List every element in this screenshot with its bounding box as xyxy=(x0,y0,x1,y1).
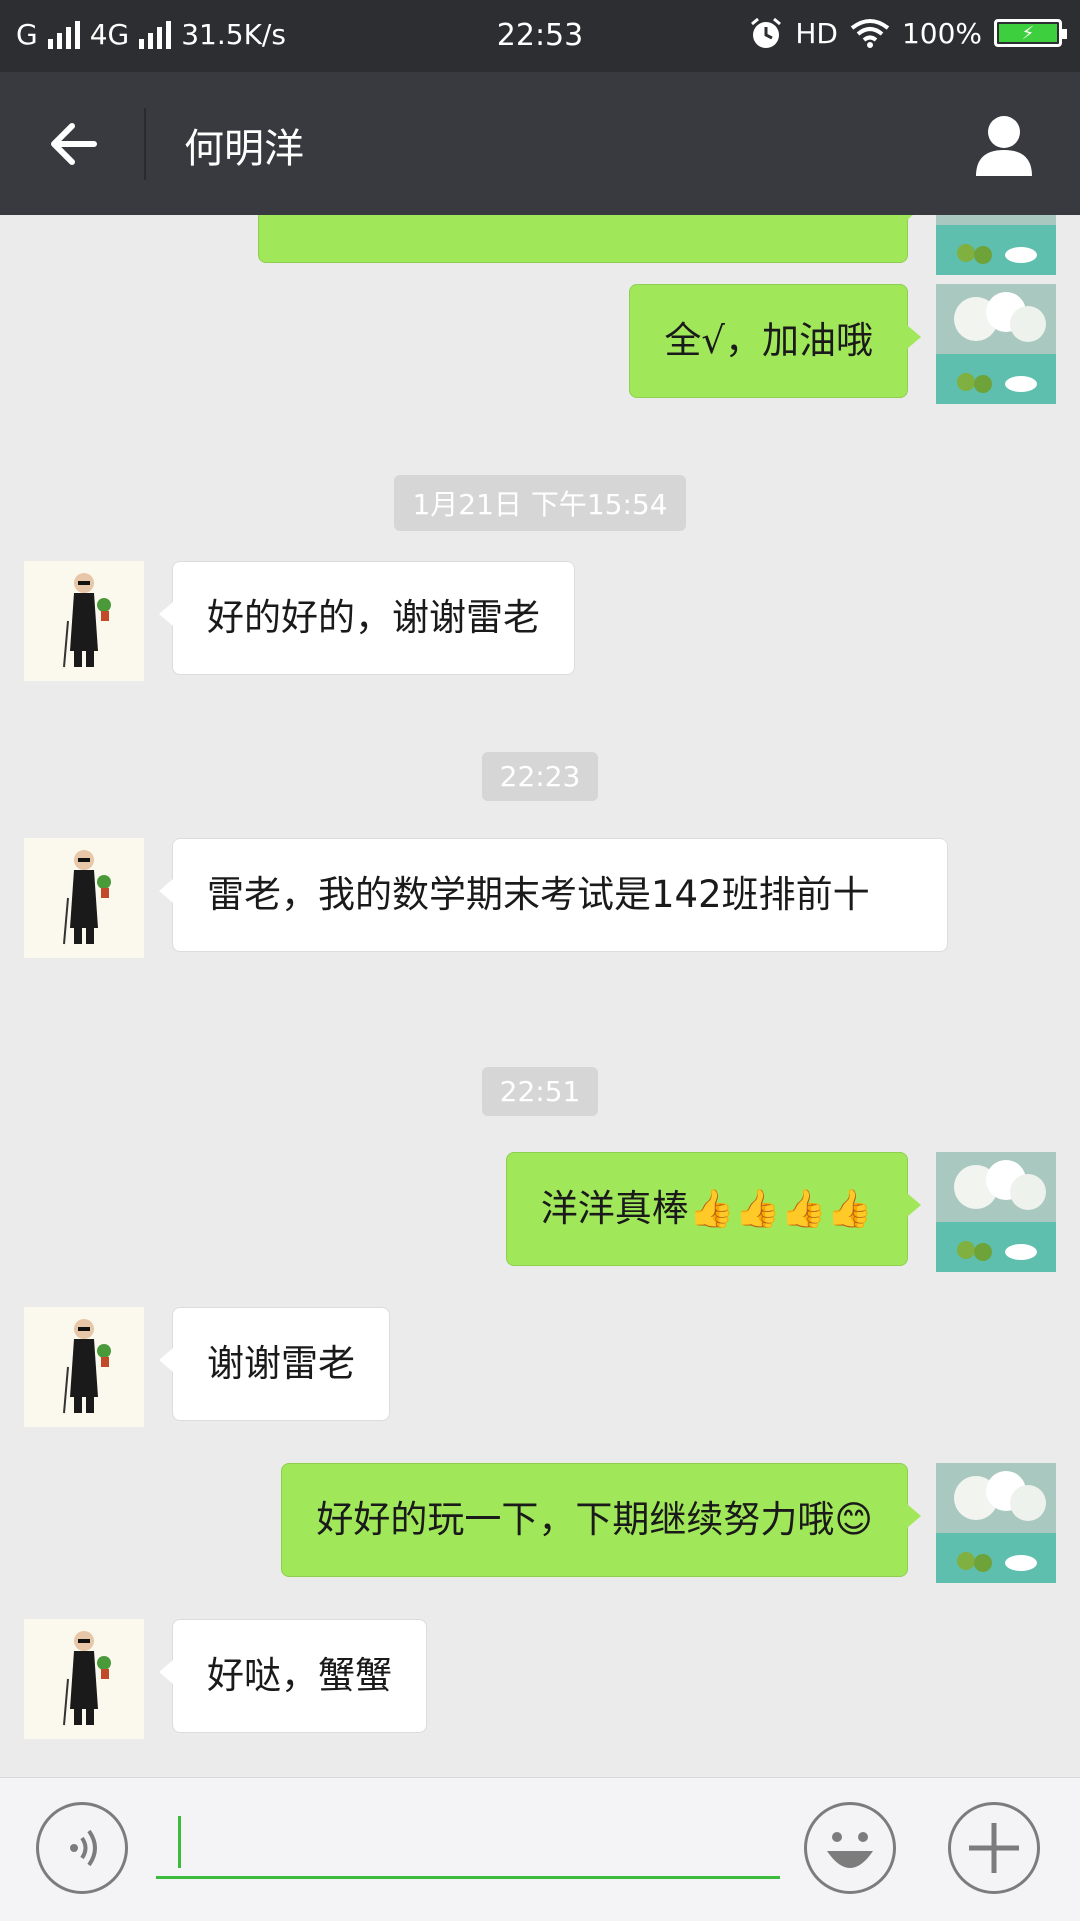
contact-avatar[interactable] xyxy=(24,838,144,958)
emoji-button[interactable] xyxy=(804,1802,896,1894)
alarm-icon xyxy=(751,17,782,48)
contact-avatar[interactable] xyxy=(24,561,144,681)
input-bar xyxy=(0,1777,1080,1921)
message-bubble[interactable]: 好的好的，谢谢雷老 xyxy=(159,561,575,675)
more-button[interactable] xyxy=(948,1802,1040,1894)
voice-button[interactable] xyxy=(36,1802,128,1894)
timestamp-label: 22:51 xyxy=(481,1067,599,1116)
status-right: HD 100% ⚡ xyxy=(749,16,1067,50)
status-bar: G 4G 31.5K/s 22:53 HD 100% ⚡ xyxy=(0,0,1080,72)
text-caret xyxy=(178,1816,181,1868)
self-avatar[interactable] xyxy=(936,284,1056,404)
message-bubble[interactable]: 好好的玩一下，下期继续努力哦😊 xyxy=(281,1463,921,1577)
cartoon-avatar-icon xyxy=(24,838,144,958)
cartoon-avatar-icon xyxy=(24,1307,144,1427)
chat-header: 何明洋 xyxy=(0,72,1080,215)
back-arrow-icon[interactable] xyxy=(44,114,104,174)
timestamp-label: 1月21日 下午15:54 xyxy=(394,475,686,531)
time-divider: 22:51 xyxy=(0,1067,1080,1116)
cartoon-avatar-icon xyxy=(24,1619,144,1739)
timestamp-label: 22:23 xyxy=(481,752,599,801)
hd-label: HD xyxy=(795,16,838,50)
flower-avatar-icon xyxy=(936,284,1056,404)
message-bubble[interactable]: 洋洋真棒👍👍👍👍 xyxy=(505,1152,922,1266)
flower-avatar-icon xyxy=(936,1152,1056,1272)
flower-avatar-icon xyxy=(936,215,1056,275)
message-bubble[interactable]: 谢谢雷老 xyxy=(159,1307,390,1421)
self-avatar[interactable] xyxy=(936,1463,1056,1583)
emoji-icon xyxy=(827,1832,873,1868)
message-bubble[interactable]: 好哒，蟹蟹 xyxy=(159,1619,427,1733)
flower-avatar-icon xyxy=(936,1463,1056,1583)
person-icon[interactable] xyxy=(972,112,1036,176)
battery-icon: ⚡ xyxy=(994,19,1067,47)
contact-avatar[interactable] xyxy=(24,1307,144,1427)
self-avatar[interactable] xyxy=(936,1152,1056,1272)
wifi-icon xyxy=(850,19,890,48)
time-divider: 1月21日 下午15:54 xyxy=(0,475,1080,531)
message-bubble[interactable] xyxy=(258,215,921,263)
self-avatar[interactable] xyxy=(936,215,1056,275)
plus-icon xyxy=(969,1823,1019,1873)
contact-avatar[interactable] xyxy=(24,1619,144,1739)
message-input[interactable] xyxy=(156,1806,780,1879)
time-divider: 22:23 xyxy=(0,752,1080,801)
battery-percent: 100% xyxy=(901,16,982,50)
message-bubble[interactable]: 全√，加油哦 xyxy=(629,284,921,398)
cartoon-avatar-icon xyxy=(24,561,144,681)
voice-icon xyxy=(70,1829,97,1867)
header-divider xyxy=(144,108,146,180)
contact-name: 何明洋 xyxy=(184,126,304,172)
chat-list[interactable]: 全√，加油哦 1月21日 下午15:54 好的好的，谢谢雷老 22:23 雷老，… xyxy=(0,215,1080,1777)
message-bubble[interactable]: 雷老，我的数学期末考试是142班排前十 xyxy=(159,838,948,952)
